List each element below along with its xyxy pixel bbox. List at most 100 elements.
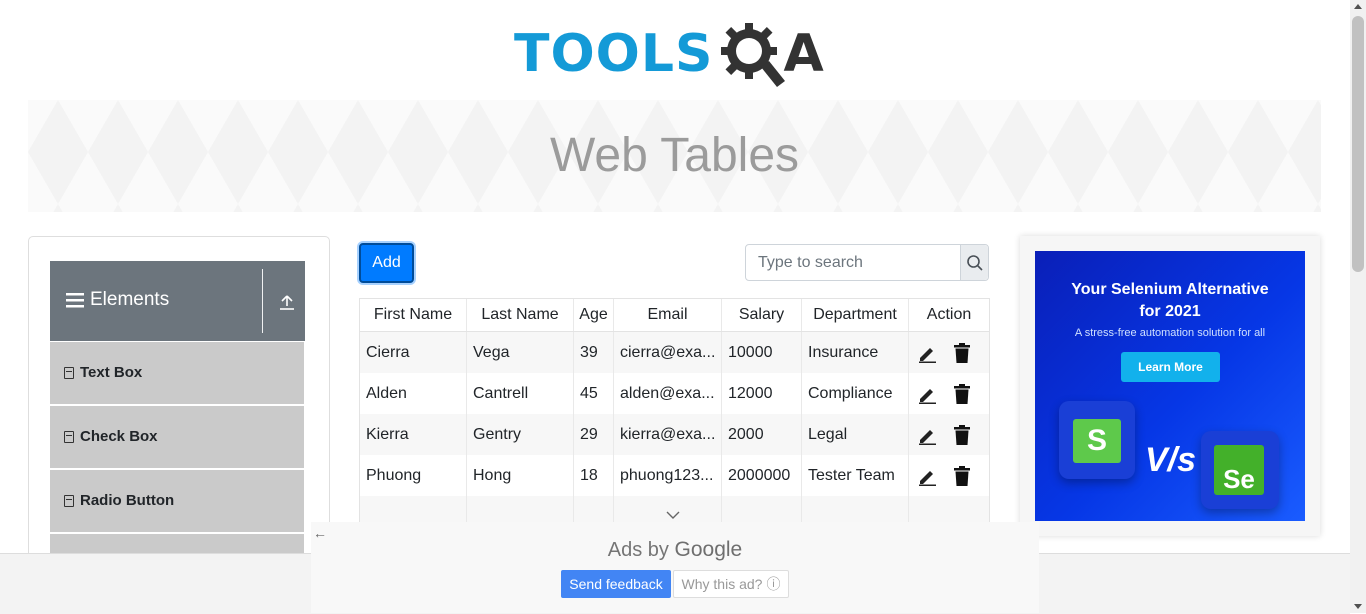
search-button[interactable]	[960, 245, 988, 280]
testsigma-logo-tile: S	[1059, 401, 1135, 479]
header-first-name[interactable]: First Name	[360, 299, 467, 331]
learn-more-button[interactable]: Learn More	[1121, 352, 1220, 382]
add-button[interactable]: Add	[359, 243, 414, 283]
group-header-divider	[262, 269, 263, 333]
cell-first-name: Phuong	[360, 455, 467, 496]
testsigma-logo: S	[1073, 419, 1121, 463]
cell-actions	[909, 455, 989, 496]
html5-icon	[64, 430, 74, 443]
group-title: Elements	[66, 289, 169, 311]
hamburger-icon	[66, 293, 84, 308]
search-input[interactable]	[746, 245, 960, 280]
empty-cell	[722, 496, 802, 522]
selenium-logo: Se	[1214, 445, 1264, 495]
table-row: Kierra Gentry 29 kierra@exa... 2000 Lega…	[360, 414, 989, 455]
ads-by-google: Ads by Google	[311, 538, 1039, 562]
cell-department: Legal	[802, 414, 909, 455]
edit-icon[interactable]	[917, 384, 937, 404]
ad-subline: A stress-free automation solution for al…	[1074, 327, 1266, 339]
web-table: First Name Last Name Age Email Salary De…	[359, 298, 990, 523]
cell-age: 29	[574, 414, 614, 455]
site-logo[interactable]: TOOLS A	[514, 14, 838, 94]
google-brand: Google	[674, 538, 743, 561]
sidebar-item-check-box[interactable]: Check Box	[50, 406, 304, 470]
cell-first-name: Cierra	[360, 332, 467, 373]
table-row: Phuong Hong 18 phuong123... 2000000 Test…	[360, 455, 989, 496]
header-last-name[interactable]: Last Name	[467, 299, 574, 331]
cell-last-name: Vega	[467, 332, 574, 373]
ad-headline-line-2: for 2021	[1139, 303, 1201, 320]
empty-cell	[574, 496, 614, 522]
delete-icon[interactable]	[953, 342, 971, 363]
header-department[interactable]: Department	[802, 299, 909, 331]
header-email[interactable]: Email	[614, 299, 722, 331]
sidebar-item-label: Radio Button	[80, 492, 175, 509]
ads-by-label: Ads by	[607, 539, 669, 561]
cell-last-name: Cantrell	[467, 373, 574, 414]
cell-last-name: Gentry	[467, 414, 574, 455]
cell-actions	[909, 332, 989, 373]
page-banner: Web Tables	[28, 100, 1321, 212]
collapse-up-icon[interactable]	[278, 293, 296, 311]
edit-icon[interactable]	[917, 425, 937, 445]
cell-first-name: Alden	[360, 373, 467, 414]
sidebar-item-label: Text Box	[80, 364, 143, 381]
table-row: Alden Cantrell 45 alden@exa... 12000 Com…	[360, 373, 989, 414]
sidebar-item-radio-button[interactable]: Radio Button	[50, 470, 304, 534]
cell-age: 39	[574, 332, 614, 373]
header-action: Action	[926, 306, 972, 323]
table-header: First Name Last Name Age Email Salary De…	[360, 299, 989, 332]
table-row: Cierra Vega 39 cierra@exa... 10000 Insur…	[360, 332, 989, 373]
cell-age: 18	[574, 455, 614, 496]
cell-actions	[909, 373, 989, 414]
scroll-down-icon[interactable]	[1354, 604, 1362, 609]
cell-salary: 2000000	[722, 455, 802, 496]
ad-headline-line-1: Your Selenium Alternative	[1071, 281, 1269, 298]
cell-last-name: Hong	[467, 455, 574, 496]
delete-icon[interactable]	[953, 424, 971, 445]
cell-salary: 10000	[722, 332, 802, 373]
google-ads-panel	[311, 522, 1039, 613]
html5-icon	[64, 366, 74, 379]
selenium-alternative-ad[interactable]: Your Selenium Alternative for 2021 A str…	[1035, 251, 1305, 521]
edit-icon[interactable]	[917, 343, 937, 363]
empty-cell	[360, 496, 467, 522]
cell-email: kierra@exa...	[614, 414, 722, 455]
why-this-ad-label: Why this ad?	[681, 576, 763, 592]
scroll-up-icon[interactable]	[1354, 4, 1362, 9]
cell-department: Tester Team	[802, 455, 909, 496]
header-salary[interactable]: Salary	[722, 299, 802, 331]
selenium-logo-tile: Se	[1201, 431, 1279, 509]
search-icon	[966, 254, 983, 271]
logo-text-tools: TOOLS	[514, 24, 714, 84]
empty-cell	[909, 496, 989, 522]
page-scrollbar[interactable]	[1350, 0, 1366, 613]
empty-cell	[802, 496, 909, 522]
group-title-label: Elements	[90, 289, 170, 310]
sidebar-item-next[interactable]	[50, 534, 304, 555]
send-feedback-button[interactable]: Send feedback	[561, 570, 671, 598]
logo-text-a: A	[783, 24, 824, 84]
cell-salary: 12000	[722, 373, 802, 414]
search-box	[745, 244, 989, 281]
why-this-ad-button[interactable]: Why this ad? ⓘ	[673, 570, 789, 598]
empty-cell	[467, 496, 574, 522]
logo-text-qa: A	[717, 19, 824, 89]
cell-department: Compliance	[802, 373, 909, 414]
sidebar-group-elements[interactable]: Elements	[50, 261, 305, 341]
delete-icon[interactable]	[953, 465, 971, 486]
scrollbar-thumb[interactable]	[1352, 16, 1364, 272]
versus-text: V/s	[1145, 441, 1197, 479]
ad-headline: Your Selenium Alternative for 2021	[1035, 279, 1305, 323]
chevron-down-icon[interactable]	[666, 510, 680, 520]
delete-icon[interactable]	[953, 383, 971, 404]
cell-department: Insurance	[802, 332, 909, 373]
header-age[interactable]: Age	[574, 299, 614, 331]
edit-icon[interactable]	[917, 466, 937, 486]
page-title: Web Tables	[549, 129, 800, 182]
cell-age: 45	[574, 373, 614, 414]
sidebar-item-text-box[interactable]: Text Box	[50, 342, 304, 406]
cell-email: cierra@exa...	[614, 332, 722, 373]
info-icon: ⓘ	[766, 576, 781, 592]
cell-actions	[909, 414, 989, 455]
